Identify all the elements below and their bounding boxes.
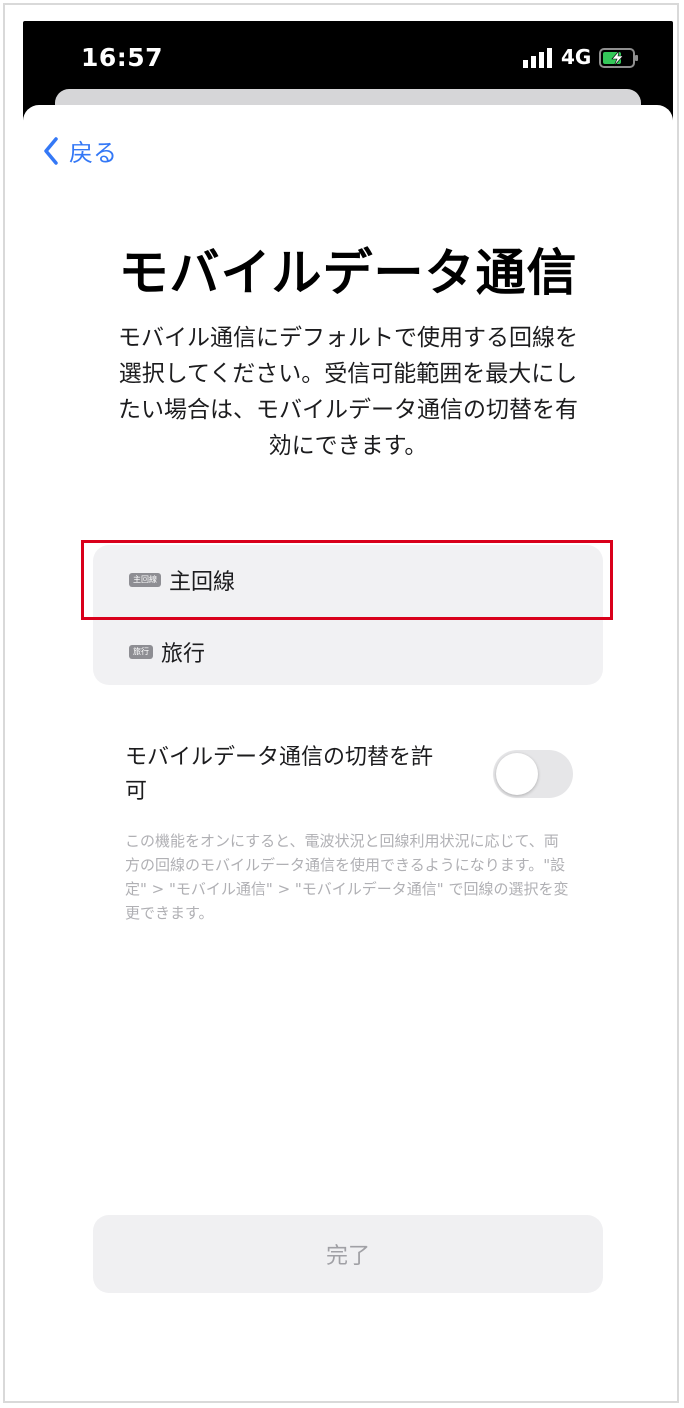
switching-note: この機能をオンにすると、電波状況と回線利用状況に応じて、両方の回線のモバイルデー… <box>125 832 569 922</box>
page-description: モバイル通信にデフォルトで使用する回線を選択してください。受信可能範囲を最大にし… <box>118 325 578 459</box>
line-option-label: 主回線 <box>169 570 236 595</box>
switching-label: モバイルデータ通信の切替を許可 <box>125 745 434 804</box>
line-option-travel[interactable]: 旅行 旅行 <box>93 617 603 687</box>
cellular-signal-icon <box>523 48 552 68</box>
done-button[interactable]: 完了 <box>93 1215 603 1293</box>
line-option-label: 旅行 <box>161 642 206 667</box>
line-option-primary[interactable]: 主回線 主回線 <box>93 545 603 615</box>
toggle-knob <box>496 753 538 795</box>
page-title: モバイルデータ通信 <box>118 244 578 302</box>
status-time: 16:57 <box>81 43 164 72</box>
battery-charging-icon <box>599 48 638 68</box>
screenshot-frame: 16:57 4G 戻る モバイルデータ通信 モバイル通信にデフォルトで使用する回… <box>3 3 679 1403</box>
line-badge: 旅行 <box>129 645 153 659</box>
back-button[interactable]: 戻る <box>43 133 117 168</box>
back-label: 戻る <box>69 139 117 167</box>
line-badge: 主回線 <box>129 573 161 587</box>
line-selection-list: 主回線 主回線 旅行 旅行 <box>93 545 603 685</box>
modal-sheet: 戻る モバイルデータ通信 モバイル通信にデフォルトで使用する回線を選択してくださ… <box>23 105 673 1401</box>
switching-toggle[interactable] <box>493 750 573 798</box>
chevron-left-icon <box>44 136 58 165</box>
network-type: 4G <box>561 45 592 69</box>
